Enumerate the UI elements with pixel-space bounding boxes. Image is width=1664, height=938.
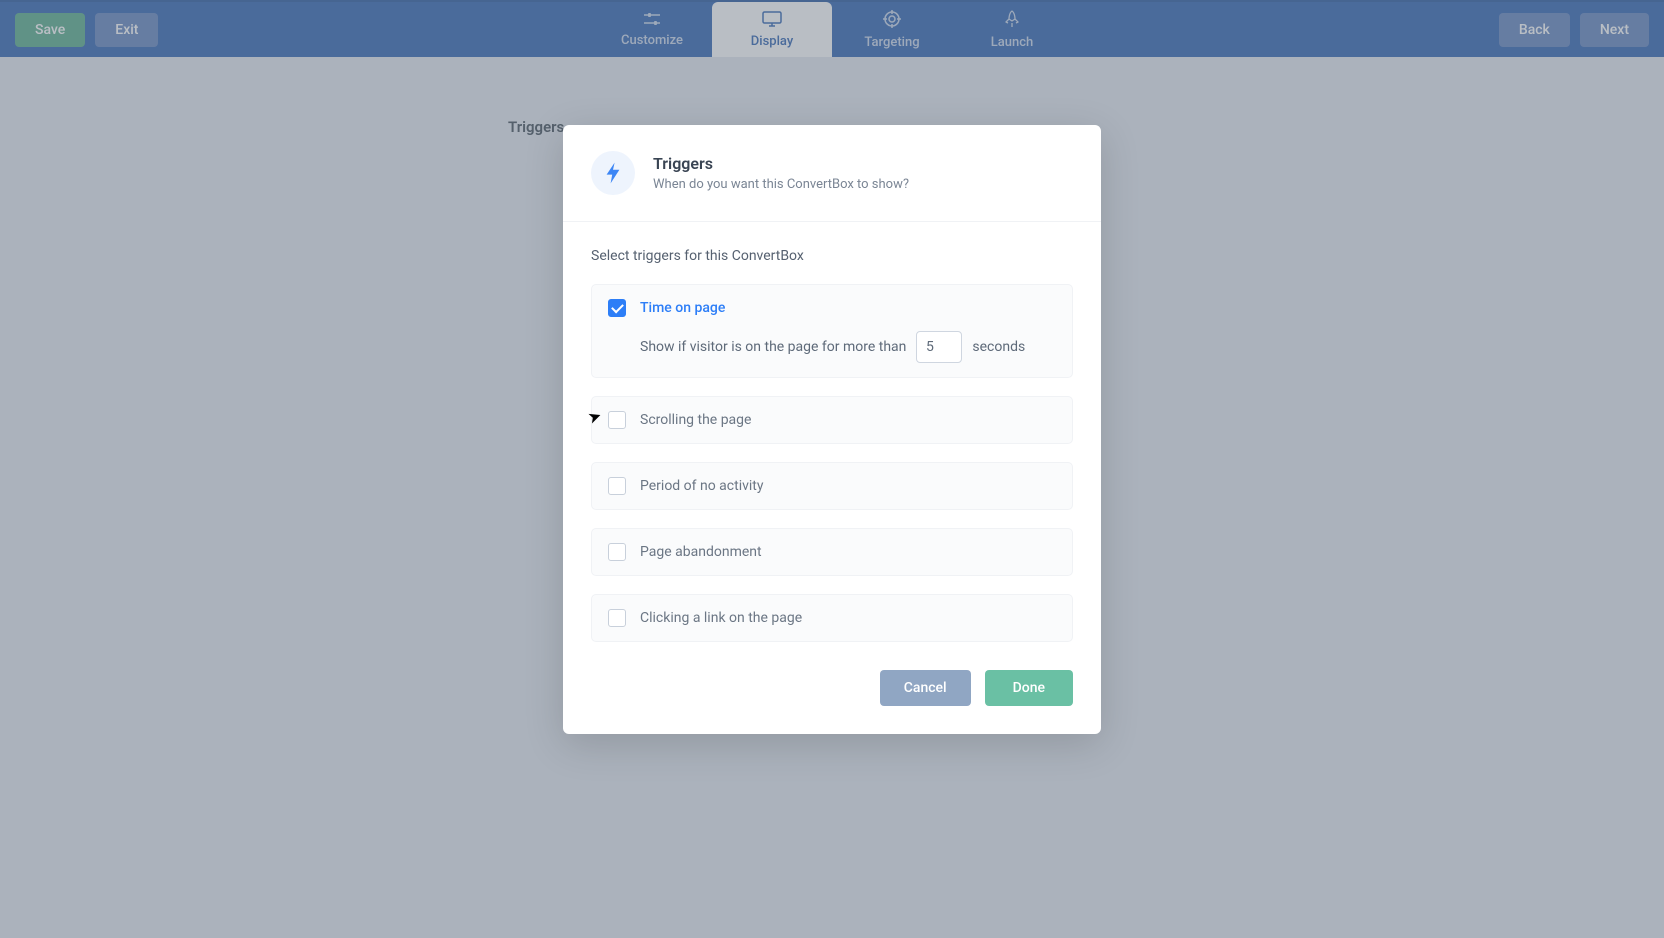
trigger-label: Scrolling the page [640, 412, 751, 428]
seconds-input[interactable] [916, 331, 962, 363]
trigger-label: Period of no activity [640, 478, 764, 494]
trigger-label: Page abandonment [640, 544, 762, 560]
section-label: Select triggers for this ConvertBox [591, 248, 1073, 264]
checkbox-scrolling[interactable] [608, 411, 626, 429]
trigger-time-on-page-config: Show if visitor is on the page for more … [608, 331, 1056, 363]
modal-subtitle: When do you want this ConvertBox to show… [653, 177, 909, 192]
trigger-scrolling: Scrolling the page [591, 396, 1073, 444]
trigger-label: Clicking a link on the page [640, 610, 802, 626]
trigger-list: Time on page Show if visitor is on the p… [591, 284, 1073, 642]
checkbox-click-link[interactable] [608, 609, 626, 627]
checkbox-page-abandonment[interactable] [608, 543, 626, 561]
triggers-modal: Triggers When do you want this ConvertBo… [563, 125, 1101, 734]
trigger-click-link: Clicking a link on the page [591, 594, 1073, 642]
done-button[interactable]: Done [985, 670, 1073, 706]
checkbox-no-activity[interactable] [608, 477, 626, 495]
modal-overlay: Triggers When do you want this ConvertBo… [0, 0, 1664, 938]
trigger-label: Time on page [640, 300, 725, 316]
modal-title: Triggers [653, 154, 909, 173]
modal-header: Triggers When do you want this ConvertBo… [563, 125, 1101, 222]
modal-footer: Cancel Done [563, 652, 1101, 734]
trigger-time-on-page: Time on page Show if visitor is on the p… [591, 284, 1073, 378]
modal-body: Select triggers for this ConvertBox Time… [563, 222, 1101, 652]
lightning-icon [591, 151, 635, 195]
trigger-no-activity: Period of no activity [591, 462, 1073, 510]
config-suffix-text: seconds [972, 339, 1025, 355]
cancel-button[interactable]: Cancel [880, 670, 971, 706]
checkbox-time-on-page[interactable] [608, 299, 626, 317]
trigger-page-abandonment: Page abandonment [591, 528, 1073, 576]
config-prefix-text: Show if visitor is on the page for more … [640, 339, 906, 355]
